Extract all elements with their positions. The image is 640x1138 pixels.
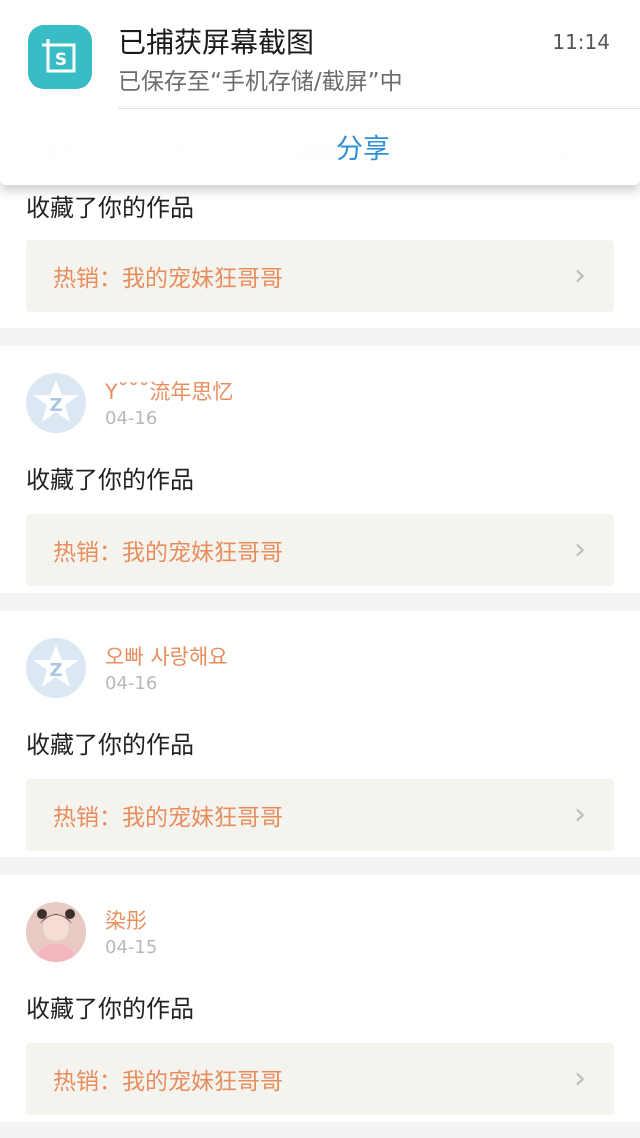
product-link[interactable]: 热销：我的宠妹狂哥哥 ›	[26, 779, 614, 851]
card-header: Z Y˘˘˘流年思忆 04-16	[26, 346, 614, 459]
feed-card: Z Y˘˘˘流年思忆 04-16 收藏了你的作品 热销：我的宠妹狂哥哥 ›	[0, 346, 640, 593]
avatar[interactable]: Z	[26, 373, 86, 433]
photo-avatar-icon	[26, 902, 86, 962]
share-button[interactable]: 分享	[313, 127, 413, 166]
action-text: 收藏了你的作品	[26, 194, 194, 222]
date: 04-16	[105, 408, 158, 429]
card-header: Z 오빠 사랑해요 04-16	[26, 611, 614, 724]
username[interactable]: 染彤	[105, 905, 147, 935]
feed-card: 收藏了你的作品 热销：我的宠妹狂哥哥 ›	[0, 185, 640, 328]
product-link[interactable]: 热销：我的宠妹狂哥哥 ›	[26, 1043, 614, 1115]
date: 04-15	[105, 937, 158, 958]
product-link[interactable]: 热销：我的宠妹狂哥哥 ›	[26, 240, 614, 312]
notification-divider	[118, 108, 640, 109]
default-avatar-icon: Z	[26, 373, 86, 433]
chevron-right-icon: ›	[574, 797, 586, 832]
screenshot-notification[interactable]: S 已捕获屏幕截图 已保存至“手机存储/截屏”中 11:14 分享	[0, 0, 640, 185]
date: 04-16	[105, 673, 158, 694]
app-screen: 通知 收益 收藏 鲜花 关注 S 已捕获屏幕截图 已保存至“手机存储/截屏”中 …	[0, 0, 640, 1138]
product-label: 热销：我的宠妹狂哥哥	[53, 1069, 283, 1095]
avatar[interactable]: Z	[26, 638, 86, 698]
avatar[interactable]	[26, 902, 86, 962]
action-text: 收藏了你的作品	[26, 466, 194, 494]
chevron-right-icon: ›	[574, 532, 586, 567]
product-label: 热销：我的宠妹狂哥哥	[53, 540, 283, 566]
chevron-right-icon: ›	[574, 258, 586, 293]
action-text: 收藏了你的作品	[26, 995, 194, 1023]
notification-time: 11:14	[552, 30, 610, 54]
action-text: 收藏了你的作品	[26, 731, 194, 759]
username[interactable]: 오빠 사랑해요	[105, 641, 228, 671]
screenshot-app-icon: S	[28, 25, 92, 89]
svg-text:Z: Z	[49, 395, 62, 416]
notification-title: 已捕获屏幕截图	[118, 26, 315, 59]
product-link[interactable]: 热销：我的宠妹狂哥哥 ›	[26, 514, 614, 586]
feed-card: 染彤 04-15 收藏了你的作品 热销：我的宠妹狂哥哥 ›	[0, 875, 640, 1122]
product-label: 热销：我的宠妹狂哥哥	[53, 805, 283, 831]
favorites-feed: 收藏了你的作品 热销：我的宠妹狂哥哥 › Z Y˘˘˘流年思忆 04-16 收藏…	[0, 185, 640, 1122]
username[interactable]: Y˘˘˘流年思忆	[105, 376, 233, 406]
product-label: 热销：我的宠妹狂哥哥	[53, 266, 283, 292]
feed-card: Z 오빠 사랑해요 04-16 收藏了你的作品 热销：我的宠妹狂哥哥 ›	[0, 611, 640, 857]
default-avatar-icon: Z	[26, 638, 86, 698]
notification-subtitle: 已保存至“手机存储/截屏”中	[118, 69, 403, 95]
svg-text:Z: Z	[49, 660, 62, 681]
chevron-right-icon: ›	[574, 1061, 586, 1096]
card-header: 染彤 04-15	[26, 875, 614, 988]
svg-text:S: S	[55, 50, 67, 70]
